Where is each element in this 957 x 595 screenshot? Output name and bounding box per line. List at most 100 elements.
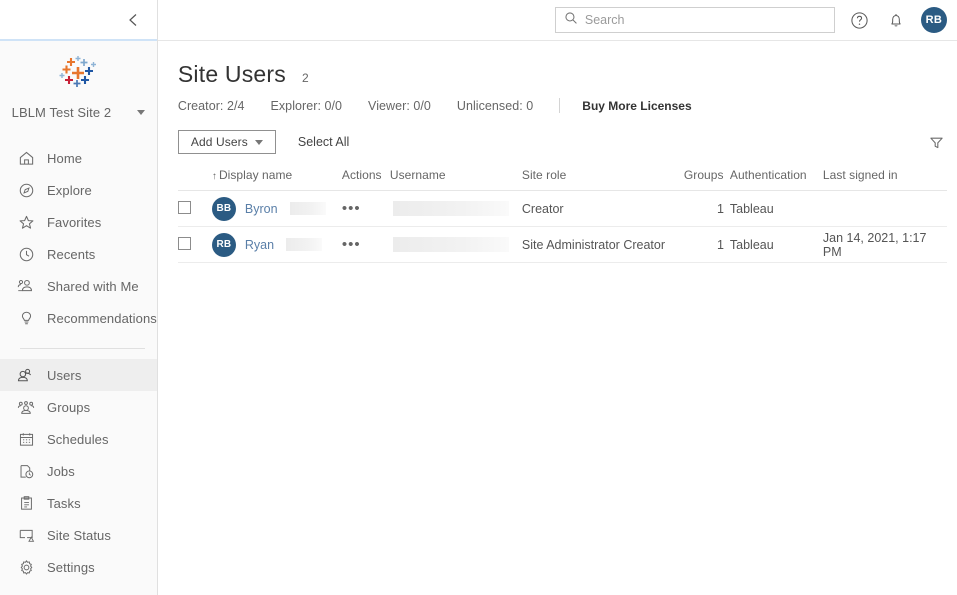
page-title: Site Users — [178, 61, 286, 88]
sort-ascending-icon: ↑ — [212, 171, 217, 182]
bell-icon[interactable] — [885, 9, 907, 31]
sidebar-item-label: Site Status — [47, 528, 111, 543]
column-actions: Actions — [342, 168, 390, 191]
row-actions-menu-icon[interactable]: ••• — [342, 200, 361, 217]
column-groups[interactable]: Groups — [684, 168, 730, 191]
sidebar-header — [0, 0, 157, 41]
license-viewer: Viewer: 0/0 — [368, 99, 431, 113]
column-label: Username — [390, 168, 446, 182]
jobs-clock-icon — [17, 462, 35, 480]
avatar: RB — [212, 233, 236, 257]
user-name-link[interactable]: Ryan — [245, 238, 274, 252]
site-status-icon — [17, 526, 35, 544]
actions-cell: ••• — [342, 227, 390, 263]
sidebar-item-home[interactable]: Home — [0, 142, 157, 174]
sidebar-item-label: Explore — [47, 183, 92, 198]
search-icon — [564, 11, 578, 30]
sidebar-item-label: Favorites — [47, 215, 101, 230]
table-row[interactable]: BB Byron ••• Creator 1 — [178, 191, 947, 227]
star-icon — [17, 213, 35, 231]
select-all-button[interactable]: Select All — [298, 135, 349, 149]
last-signed-in-cell: Jan 14, 2021, 1:17 PM — [823, 227, 947, 263]
user-name-link[interactable]: Byron — [245, 202, 278, 216]
sidebar-item-shared-with-me[interactable]: Shared with Me — [0, 270, 157, 302]
sidebar: LBLM Test Site 2 Home — [0, 0, 158, 595]
column-label: Groups — [684, 168, 724, 182]
help-circle-icon[interactable] — [849, 9, 871, 31]
authentication-cell: Tableau — [730, 191, 823, 227]
groups-icon — [17, 398, 35, 416]
sidebar-item-recommendations[interactable]: Recommendations — [0, 302, 157, 334]
redacted-username-block — [393, 201, 509, 216]
sidebar-item-favorites[interactable]: Favorites — [0, 206, 157, 238]
username-cell — [390, 227, 522, 263]
chevron-left-icon[interactable] — [121, 8, 145, 32]
row-select-cell — [178, 191, 212, 227]
sidebar-item-label: Settings — [47, 560, 95, 575]
sidebar-item-recents[interactable]: Recents — [0, 238, 157, 270]
column-label: Authentication — [730, 168, 807, 182]
page-header: Site Users 2 — [178, 41, 947, 88]
table-header: ↑Display name Actions Username Site role — [178, 168, 947, 191]
actions-cell: ••• — [342, 191, 390, 227]
lightbulb-icon — [17, 309, 35, 327]
sidebar-item-site-status[interactable]: Site Status — [0, 519, 157, 551]
sidebar-divider — [20, 348, 145, 349]
users-icon — [17, 366, 35, 384]
redacted-name-block — [290, 202, 326, 215]
table-header-row: ↑Display name Actions Username Site role — [178, 168, 947, 191]
user-avatar[interactable]: RB — [921, 7, 947, 33]
users-table: ↑Display name Actions Username Site role — [178, 168, 947, 263]
chevron-down-icon — [255, 140, 263, 145]
sidebar-item-schedules[interactable]: Schedules — [0, 423, 157, 455]
row-checkbox[interactable] — [178, 201, 191, 214]
site-role-cell: Creator — [522, 191, 684, 227]
username-cell — [390, 191, 522, 227]
search-box[interactable] — [555, 7, 835, 33]
avatar: BB — [212, 197, 236, 221]
sidebar-item-label: Jobs — [47, 464, 75, 479]
row-checkbox[interactable] — [178, 237, 191, 250]
sidebar-item-label: Tasks — [47, 496, 81, 511]
row-actions-menu-icon[interactable]: ••• — [342, 236, 361, 253]
filter-funnel-icon[interactable] — [927, 132, 947, 152]
sidebar-item-tasks[interactable]: Tasks — [0, 487, 157, 519]
sidebar-item-label: Groups — [47, 400, 90, 415]
main-area: RB Site Users 2 Creator: 2/4 Explorer: 0… — [158, 0, 957, 595]
primary-nav: Home Explore Favorites — [0, 142, 157, 583]
search-input[interactable] — [585, 13, 826, 27]
column-label: Display name — [219, 168, 292, 182]
clock-icon — [17, 245, 35, 263]
column-label: Last signed in — [823, 168, 898, 182]
authentication-cell: Tableau — [730, 227, 823, 263]
groups-cell: 1 — [684, 227, 730, 263]
site-selector[interactable]: LBLM Test Site 2 — [0, 95, 157, 126]
compass-icon — [17, 181, 35, 199]
sidebar-item-explore[interactable]: Explore — [0, 174, 157, 206]
redacted-username-block — [393, 237, 509, 252]
table-row[interactable]: RB Ryan ••• Site Administrator Creator — [178, 227, 947, 263]
chevron-down-icon — [137, 110, 145, 115]
sidebar-item-jobs[interactable]: Jobs — [0, 455, 157, 487]
column-authentication[interactable]: Authentication — [730, 168, 823, 191]
user-count: 2 — [302, 71, 309, 85]
shared-users-icon — [17, 277, 35, 295]
license-unlicensed: Unlicensed: 0 — [457, 99, 533, 113]
license-summary: Creator: 2/4 Explorer: 0/0 Viewer: 0/0 U… — [178, 98, 947, 113]
column-display-name[interactable]: ↑Display name — [212, 168, 342, 191]
row-select-cell — [178, 227, 212, 263]
last-signed-in-cell — [823, 191, 947, 227]
groups-cell: 1 — [684, 191, 730, 227]
column-site-role[interactable]: Site role — [522, 168, 684, 191]
top-bar: RB — [158, 0, 957, 41]
sidebar-item-users[interactable]: Users — [0, 359, 157, 391]
site-name-label: LBLM Test Site 2 — [12, 105, 112, 120]
column-last-signed-in[interactable]: Last signed in — [823, 168, 947, 191]
sidebar-item-settings[interactable]: Settings — [0, 551, 157, 583]
license-creator: Creator: 2/4 — [178, 99, 245, 113]
column-username[interactable]: Username — [390, 168, 522, 191]
sidebar-item-groups[interactable]: Groups — [0, 391, 157, 423]
add-users-button[interactable]: Add Users — [178, 130, 276, 154]
buy-more-licenses-link[interactable]: Buy More Licenses — [582, 99, 691, 113]
sidebar-item-label: Shared with Me — [47, 279, 139, 294]
